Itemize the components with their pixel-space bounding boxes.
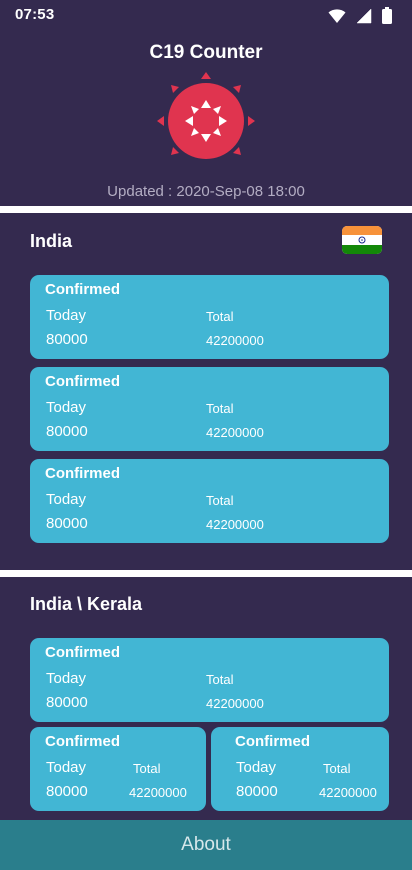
today-value: 80000 [46,423,88,440]
total-value: 42200000 [206,517,264,532]
about-button[interactable]: About [0,820,412,870]
today-label: Today [236,759,277,776]
card-label: Confirmed [45,281,120,298]
total-label: Total [323,761,351,776]
card-label: Confirmed [235,733,310,750]
today-label: Today [46,670,87,687]
total-label: Total [206,309,234,324]
today-label: Today [46,399,87,416]
divider [0,206,412,213]
total-value: 42200000 [206,696,264,711]
total-value: 42200000 [319,785,377,800]
today-label: Today [46,759,87,776]
today-value: 80000 [46,515,88,532]
app-screen: 07:53 C19 Counter Updated: 2020-Sep-08 … [0,0,412,870]
section-title-country: India [30,231,73,251]
total-value: 42200000 [129,785,187,800]
divider [0,570,412,577]
confirmed-card[interactable]: Confirmed Today 80000 Total 42200000 [30,459,389,543]
india-flag-icon [342,226,382,254]
card-label: Confirmed [45,733,120,750]
confirmed-card[interactable]: Confirmed Today 80000 Total 42200000 [30,275,389,359]
today-value: 80000 [46,331,88,348]
today-value: 80000 [46,783,88,800]
card-label: Confirmed [45,644,120,661]
total-label: Total [133,761,161,776]
status-icons [328,7,392,29]
confirmed-card[interactable]: Confirmed Today 80000 Total 42200000 [30,638,389,722]
wifi-icon [328,8,346,29]
confirmed-card[interactable]: Confirmed Today 80000 Total 42200000 [30,367,389,451]
card-label: Confirmed [45,373,120,390]
signal-icon [356,7,372,29]
section-title-state: India \ Kerala [30,594,143,614]
status-time: 07:53 [15,6,55,23]
today-label: Today [46,307,87,324]
app-title: C19 Counter [149,42,263,63]
virus-icon [154,70,258,160]
card-label: Confirmed [45,465,120,482]
confirmed-card[interactable]: Confirmed Today 80000 Total 42200000 [211,727,389,811]
total-value: 42200000 [206,333,264,348]
battery-icon [382,7,392,29]
total-label: Total [206,672,234,687]
updated-timestamp: Updated : 2020-Sep-08 18:00 [107,183,305,200]
total-label: Total [206,401,234,416]
today-label: Today [46,491,87,508]
total-label: Total [206,493,234,508]
today-value: 80000 [236,783,278,800]
today-value: 80000 [46,694,88,711]
status-bar: 07:53 [0,0,412,32]
confirmed-card[interactable]: Confirmed Today 80000 Total 42200000 [30,727,206,811]
total-value: 42200000 [206,425,264,440]
